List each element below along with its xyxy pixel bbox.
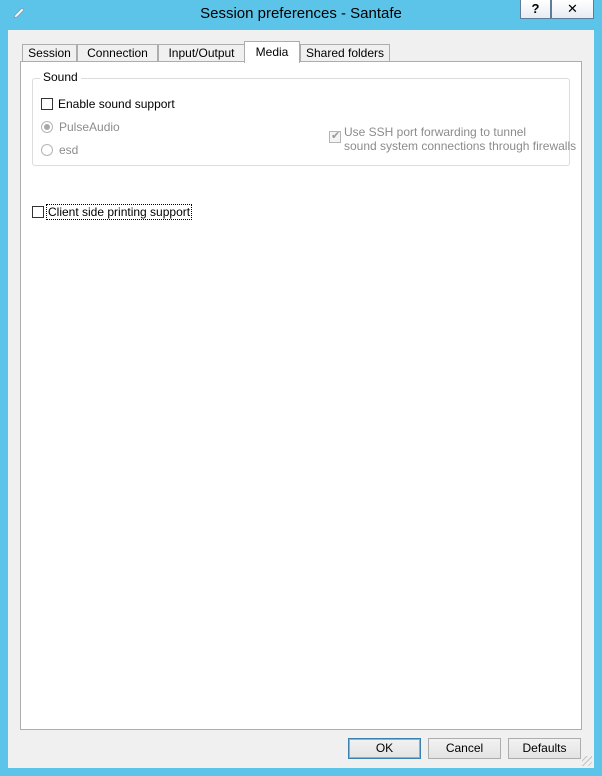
checkmark-icon: ✔ bbox=[331, 130, 341, 142]
cancel-button[interactable]: Cancel bbox=[428, 738, 501, 759]
session-preferences-window: Session preferences - Santafe ? ✕ Sessio… bbox=[0, 0, 602, 776]
close-button[interactable]: ✕ bbox=[551, 0, 594, 19]
radio-selected-dot bbox=[44, 124, 50, 130]
media-tab-panel: Sound Enable sound support PulseAudio es… bbox=[20, 61, 582, 730]
tab-connection[interactable]: Connection bbox=[77, 44, 158, 62]
dialog-client-area: Session Connection Input/Output Media Sh… bbox=[8, 30, 594, 768]
sound-groupbox: Sound Enable sound support PulseAudio es… bbox=[32, 70, 576, 166]
ok-button[interactable]: OK bbox=[348, 738, 421, 759]
title-bar[interactable]: Session preferences - Santafe ? ✕ bbox=[0, 0, 602, 28]
ssh-forwarding-label-line2[interactable]: sound system connections through firewal… bbox=[344, 139, 576, 153]
client-printing-checkbox[interactable] bbox=[32, 206, 44, 218]
window-title: Session preferences - Santafe bbox=[200, 5, 402, 22]
resize-grip-icon[interactable] bbox=[582, 756, 592, 766]
defaults-button[interactable]: Defaults bbox=[508, 738, 581, 759]
ssh-forwarding-label-line1[interactable]: Use SSH port forwarding to tunnel bbox=[344, 125, 526, 139]
enable-sound-checkbox[interactable] bbox=[41, 98, 53, 110]
enable-sound-label[interactable]: Enable sound support bbox=[58, 97, 175, 111]
pulseaudio-radio[interactable] bbox=[41, 121, 53, 133]
tab-shared-folders[interactable]: Shared folders bbox=[300, 44, 390, 62]
help-button[interactable]: ? bbox=[520, 0, 551, 19]
tab-input-output[interactable]: Input/Output bbox=[158, 44, 245, 62]
tab-session[interactable]: Session bbox=[22, 44, 77, 62]
sound-group-title: Sound bbox=[40, 70, 81, 84]
esd-label[interactable]: esd bbox=[59, 143, 78, 157]
ssh-forwarding-checkbox[interactable]: ✔ bbox=[329, 130, 341, 143]
client-printing-label[interactable]: Client side printing support bbox=[45, 204, 193, 220]
tab-media[interactable]: Media bbox=[244, 41, 300, 63]
esd-radio[interactable] bbox=[41, 144, 53, 156]
pulseaudio-label[interactable]: PulseAudio bbox=[59, 120, 120, 134]
